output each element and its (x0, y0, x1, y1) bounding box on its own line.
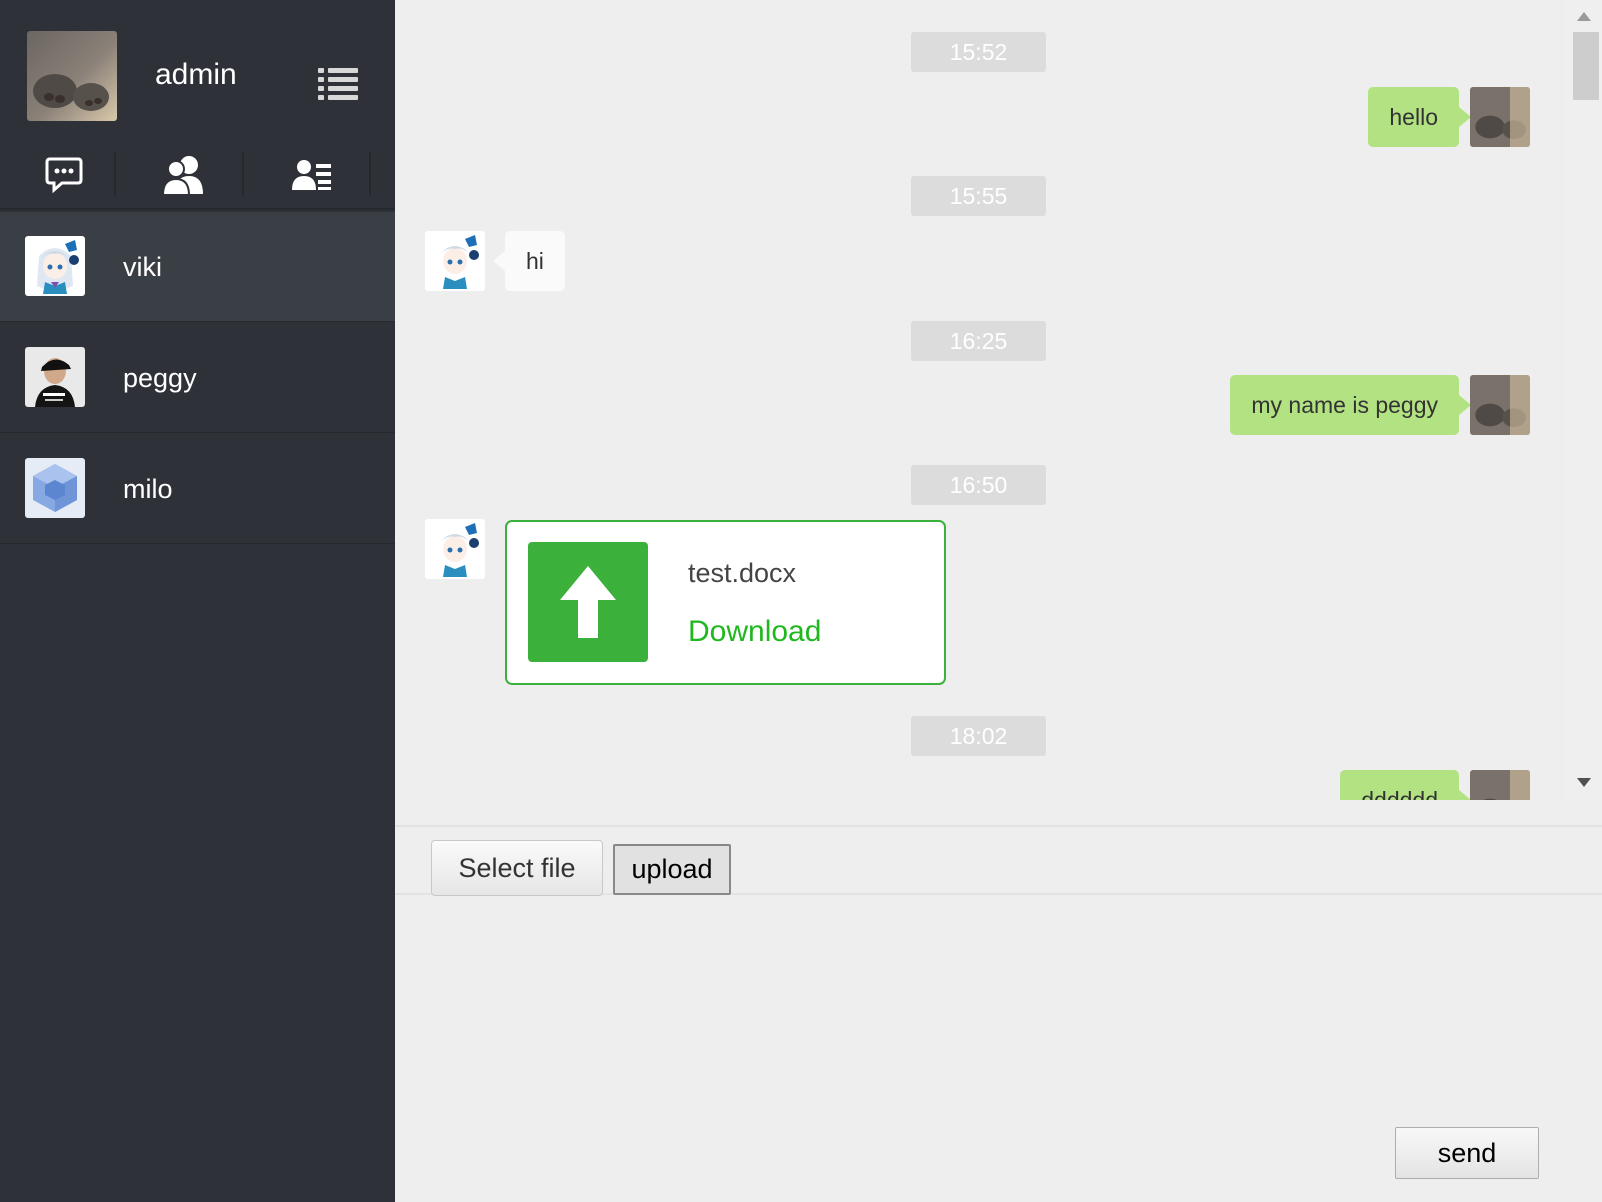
avatar (1470, 770, 1530, 800)
message-bubble-outgoing: dddddd (1340, 770, 1471, 800)
file-message-card: test.docx Download (505, 520, 946, 685)
message-scrollbar[interactable] (1565, 0, 1602, 800)
message-timestamp: 18:02 (911, 716, 1046, 756)
upload-arrow-icon (528, 542, 648, 662)
message-timestamp: 15:52 (911, 32, 1046, 72)
avatar (1470, 87, 1530, 147)
file-name: test.docx (688, 558, 797, 588)
contact-name: peggy (123, 363, 197, 393)
avatar (425, 519, 485, 579)
nav-divider (114, 152, 116, 196)
avatar (1470, 375, 1530, 435)
message-bubble-outgoing: my name is peggy (1230, 375, 1471, 435)
avatar (25, 347, 85, 407)
avatar (25, 458, 85, 518)
send-button[interactable]: send (1395, 1127, 1539, 1179)
message-timestamp: 16:50 (911, 465, 1046, 505)
scroll-up-arrow-icon[interactable] (1577, 12, 1591, 21)
chat-panel: 15:52 hello 15:55 hi 16:25 my name is pe… (395, 0, 1602, 1202)
contact-name: milo (123, 474, 173, 504)
contact-item-peggy[interactable]: peggy (0, 323, 395, 433)
nav-divider (369, 152, 371, 196)
message-list[interactable]: 15:52 hello 15:55 hi 16:25 my name is pe… (395, 0, 1563, 800)
chat-app: admin viki peggy milo 15:52 hello 15:55 … (0, 0, 1602, 1202)
nav-contacts[interactable] (248, 140, 376, 210)
upload-button[interactable]: upload (613, 844, 731, 895)
contact-item-viki[interactable]: viki (0, 212, 395, 322)
avatar (25, 236, 85, 296)
scrollbar-thumb[interactable] (1573, 32, 1599, 100)
scroll-down-arrow-icon[interactable] (1577, 778, 1591, 787)
current-user-name: admin (155, 58, 237, 91)
avatar (425, 231, 485, 291)
sidebar-nav (0, 140, 395, 210)
contact-name: viki (123, 252, 162, 282)
composer-toolbar: Select file upload (395, 825, 1602, 896)
nav-chats[interactable] (0, 140, 128, 210)
message-timestamp: 16:25 (911, 321, 1046, 361)
chat-bubble-icon (45, 157, 83, 194)
current-user-avatar[interactable] (27, 31, 117, 121)
contact-item-milo[interactable]: milo (0, 434, 395, 544)
select-file-button[interactable]: Select file (431, 840, 603, 896)
current-user-panel: admin (0, 0, 395, 140)
message-bubble-outgoing: hello (1368, 87, 1471, 147)
contact-list-icon (292, 160, 331, 190)
download-link[interactable]: Download (688, 615, 821, 649)
group-icon (161, 156, 203, 196)
nav-divider (242, 152, 244, 196)
nav-groups[interactable] (120, 140, 248, 210)
sidebar: admin viki peggy milo (0, 0, 395, 1202)
message-bubble-incoming: hi (493, 231, 565, 291)
message-timestamp: 15:55 (911, 176, 1046, 216)
list-menu-icon[interactable] (318, 66, 358, 102)
